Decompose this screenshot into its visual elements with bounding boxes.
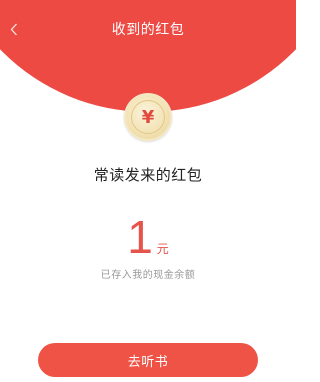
amount-value: 1	[127, 211, 153, 263]
listen-book-button[interactable]: 去听书	[38, 343, 258, 377]
sender-text: 常读发来的红包	[93, 166, 203, 184]
page-title: 收到的红包	[111, 22, 185, 38]
red-packet-page: 收到的红包 ¥ 常读发来的红包 1 元 已存入我的现金余额 去听书	[0, 0, 296, 382]
amount-row: 1 元	[0, 212, 296, 262]
balance-note: 已存入我的现金余额	[100, 270, 196, 281]
coin-symbol: ¥	[131, 100, 165, 134]
top-bar: 收到的红包	[0, 0, 296, 52]
yuan-coin-icon: ¥	[124, 93, 172, 141]
amount-unit: 元	[156, 242, 169, 256]
